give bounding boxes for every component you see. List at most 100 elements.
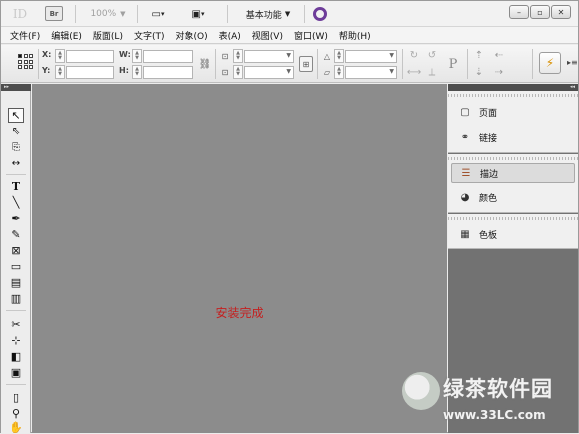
reference-point[interactable] [23,65,28,69]
rotation-angle-field[interactable] [345,50,397,63]
toolbox-header[interactable]: ▸▸ [1,84,31,91]
cs-live-icon [313,7,327,21]
gradient-feather-tool-icon[interactable]: ▣ [8,365,24,380]
menu-file[interactable]: 文件(F) [10,29,40,42]
select-content-icon[interactable]: ⇣ [471,65,487,79]
restore-button[interactable]: ▫ [530,5,550,19]
scale-y-stepper[interactable]: ▲ ▼ [233,65,243,79]
menu-type[interactable]: 文字(T) [134,29,165,42]
x-position-field[interactable] [66,50,114,63]
scale-y-field[interactable] [244,66,294,79]
constrain-proportions-icon[interactable]: ⛓ [198,57,212,71]
menu-object[interactable]: 对象(O) [176,29,208,42]
panel-item-swatches[interactable]: ▦ 色板 [451,224,575,244]
y-stepper[interactable]: ▲ ▼ [55,65,65,79]
menu-layout[interactable]: 版面(L) [93,29,123,42]
width-field[interactable] [143,50,193,63]
flip-horizontal-icon[interactable]: ⟷ [407,65,421,79]
panel-item-stroke[interactable]: ☰ 描边 [451,163,575,183]
panel-item-label: 描边 [480,169,499,180]
reference-point[interactable] [23,59,28,64]
rotate-ccw-icon[interactable]: ↺ [425,48,439,62]
view-options-button[interactable]: ▭ ▾ [145,6,171,22]
flip-vertical-icon[interactable]: ⟂ [425,65,439,79]
shear-angle-field[interactable] [345,66,397,79]
menu-table[interactable]: 表(A) [219,29,241,42]
select-next-icon[interactable]: ⇢ [491,65,507,79]
gap-tool-icon[interactable]: ↔ [8,156,24,171]
pen-tool-icon[interactable]: ✒ [8,211,24,226]
gradient-swatch-tool-icon[interactable]: ◧ [8,349,24,364]
free-transform-tool-icon[interactable]: ⊹ [8,333,24,348]
w-stepper[interactable]: ▲ ▼ [132,49,142,63]
rotate-angle-icon: △ [323,51,331,61]
menu-help[interactable]: 帮助(H) [339,29,371,42]
divider [467,49,468,79]
note-tool-icon[interactable]: ▯ [8,390,24,405]
rectangle-tool-icon[interactable]: ▭ [8,259,24,274]
direct-selection-tool-icon[interactable]: ⇖ [8,124,24,139]
line-tool-icon[interactable]: ╲ [8,195,24,210]
x-stepper[interactable]: ▲ ▼ [55,49,65,63]
panel-grip[interactable] [448,157,578,160]
quick-apply-button[interactable]: ⚡ [539,52,561,74]
vertical-grid-tool-icon[interactable]: ▥ [8,291,24,306]
zoom-value: 100% [90,9,117,19]
view-options-icon: ▭ [151,8,161,20]
select-container-icon[interactable]: ⇡ [471,48,487,62]
type-tool-icon[interactable]: T [8,179,24,194]
menu-edit[interactable]: 编辑(E) [51,29,82,42]
reference-point-selector[interactable] [18,54,33,69]
zoom-level-dropdown[interactable]: 100% ▼ [87,6,129,22]
panel-item-pages[interactable]: ▢ 页面 [451,102,575,122]
select-previous-icon[interactable]: ⇠ [491,48,507,62]
scale-x-stepper[interactable]: ▲ ▼ [233,49,243,63]
selection-tool-icon[interactable]: ↖ [8,108,24,123]
y-position-field[interactable] [66,66,114,79]
height-field[interactable] [143,66,193,79]
rectangle-frame-tool-icon[interactable]: ⊠ [8,243,24,258]
indesign-window: ID Br 100% ▼ ▭ ▾ ▣ ▾ 基本功能 ▼ – ▫ ✕ 文件(F) 编辑(E… [0,0,579,433]
shear-stepper[interactable]: ▲ ▼ [334,65,344,79]
minimize-button[interactable]: – [509,5,529,19]
panel-dock-header[interactable]: ◂◂ [448,84,578,91]
panel-grip[interactable] [448,94,578,97]
scissors-tool-icon[interactable]: ✂ [8,317,24,332]
shear-angle-icon: ▱ [323,67,331,77]
menu-window[interactable]: 窗口(W) [294,29,328,42]
screen-mode-button[interactable]: ▣ ▾ [185,6,211,22]
reference-point[interactable] [29,65,33,69]
page-tool-icon[interactable]: ⎘ [8,140,24,155]
watermark-title: 绿茶软件园 [443,377,553,401]
rotate-stepper[interactable]: ▲ ▼ [334,49,344,63]
reference-point[interactable] [18,59,22,64]
workspace-label: 基本功能 [245,10,282,21]
hand-tool-icon[interactable]: ✋ [8,422,24,433]
menu-view[interactable]: 视图(V) [252,29,283,42]
panel-grip[interactable] [448,217,578,220]
h-stepper[interactable]: ▲ ▼ [132,65,142,79]
divider [227,5,228,23]
workspace-switcher[interactable]: 基本功能 ▼ [237,6,299,22]
close-button[interactable]: ✕ [551,5,571,19]
horizontal-grid-tool-icon[interactable]: ▤ [8,275,24,290]
panel-menu-icon[interactable]: ▸≡ [567,58,578,67]
control-panel: X: ▲▼ Y: ▲▼ W: ▲▼ H: ▲▼ ⛓ ⊡ ▲▼ ⊡ ▲▼ ⊞ △ … [1,45,578,83]
reference-point[interactable] [18,54,22,58]
reference-point[interactable] [29,54,33,58]
panel-item-links[interactable]: ⚭ 链接 [451,127,575,147]
scale-x-field[interactable] [244,50,294,63]
bridge-button[interactable]: Br [45,6,63,21]
reference-point[interactable] [23,54,28,58]
panel-item-color[interactable]: ◕ 颜色 [451,187,575,207]
document-canvas[interactable]: 安装完成 [32,84,447,433]
reference-point[interactable] [18,65,22,69]
eyedropper-tool-icon[interactable]: ⚲ [8,406,24,421]
pencil-tool-icon[interactable]: ✎ [8,227,24,242]
reference-point[interactable] [29,59,33,64]
y-label: Y: [42,66,51,75]
lock-icon[interactable]: ⊞ [299,56,313,72]
rotate-cw-icon[interactable]: ↻ [407,48,421,62]
cs-live-button[interactable] [312,6,328,22]
swatches-icon: ▦ [460,228,470,240]
